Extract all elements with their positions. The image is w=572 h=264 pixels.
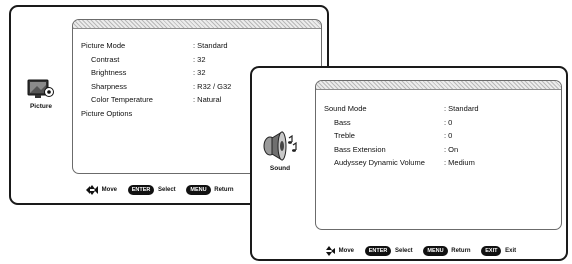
sound-settings-panel: Sound Mode : Standard Bass : 0 Treble : … — [315, 80, 562, 230]
move-hint: Move — [86, 185, 117, 195]
speaker-sound-icon — [263, 131, 297, 161]
menu-row-bass-extension[interactable]: Bass Extension : On — [324, 143, 557, 157]
menu-row-value: : 32 — [193, 54, 206, 64]
navigation-arrows-icon — [86, 185, 98, 195]
return-hint: MENU Return — [423, 246, 471, 256]
sound-menu-footer: Move ENTER Select MENU Return EXIT Exit — [323, 246, 525, 256]
menu-row-label: Treble — [334, 131, 355, 140]
menu-row-label: Bass Extension — [334, 144, 386, 154]
enter-key[interactable]: ENTER — [364, 246, 392, 256]
menu-row-label: Bass — [334, 117, 351, 127]
menu-key[interactable]: MENU — [186, 185, 211, 195]
select-hint: ENTER Select — [127, 185, 176, 195]
menu-row-value: : On — [444, 144, 459, 154]
return-hint: MENU Return — [186, 185, 234, 195]
menu-row-value: : 32 — [193, 68, 206, 77]
menu-row-value: : Medium — [444, 158, 475, 167]
menu-row-value: : 0 — [444, 117, 453, 127]
menu-row-value: : R32 / G32 — [193, 81, 232, 91]
picture-menu-footer: Move ENTER Select MENU Return — [86, 185, 243, 195]
return-label: Return — [451, 248, 471, 254]
menu-row-sound-mode[interactable]: Sound Mode : Standard — [324, 102, 557, 116]
exit-hint: EXIT Exit — [481, 246, 516, 256]
panel-header-bar — [73, 20, 321, 29]
menu-row-label: Sound Mode — [324, 104, 367, 113]
tv-picture-icon — [27, 79, 54, 98]
select-hint: ENTER Select — [364, 246, 413, 256]
sound-menu-screen: Sound Sound Mode : Standard Bass : 0 Tre… — [250, 66, 568, 261]
menu-row-label: Picture Mode — [81, 41, 126, 50]
move-label: Move — [338, 248, 355, 254]
menu-row-label: Picture Options — [81, 108, 133, 118]
menu-row-label: Sharpness — [91, 81, 127, 91]
menu-row-value: : Standard — [444, 104, 479, 113]
menu-row-treble[interactable]: Treble : 0 — [324, 129, 557, 143]
panel-header-bar — [316, 81, 561, 90]
menu-row-value: : 0 — [444, 131, 453, 140]
sound-category-label: Sound — [269, 165, 291, 172]
move-hint: Move — [323, 246, 354, 256]
exit-key[interactable]: EXIT — [481, 246, 502, 256]
menu-row-contrast[interactable]: Contrast : 32 — [81, 53, 317, 67]
picture-category[interactable]: Picture — [25, 77, 57, 110]
picture-category-label: Picture — [29, 103, 53, 110]
menu-row-label: Contrast — [91, 54, 120, 64]
menu-row-value: : Natural — [193, 95, 222, 104]
menu-row-value: : Standard — [193, 41, 228, 50]
menu-row-label: Brightness — [91, 68, 127, 77]
menu-row-label: Color Temperature — [91, 95, 153, 104]
return-label: Return — [214, 187, 234, 193]
menu-row-audyssey-dynamic-volume[interactable]: Audyssey Dynamic Volume : Medium — [324, 156, 557, 170]
menu-row-picture-mode[interactable]: Picture Mode : Standard — [81, 39, 317, 53]
menu-row-bass[interactable]: Bass : 0 — [324, 116, 557, 130]
sound-category[interactable]: Sound — [260, 129, 300, 172]
enter-key[interactable]: ENTER — [127, 185, 155, 195]
exit-label: Exit — [505, 248, 517, 254]
select-label: Select — [158, 187, 176, 193]
select-label: Select — [395, 248, 413, 254]
menu-key[interactable]: MENU — [423, 246, 448, 256]
menu-row-label: Audyssey Dynamic Volume — [334, 158, 425, 167]
navigation-arrows-icon — [326, 246, 335, 256]
move-label: Move — [101, 187, 118, 193]
